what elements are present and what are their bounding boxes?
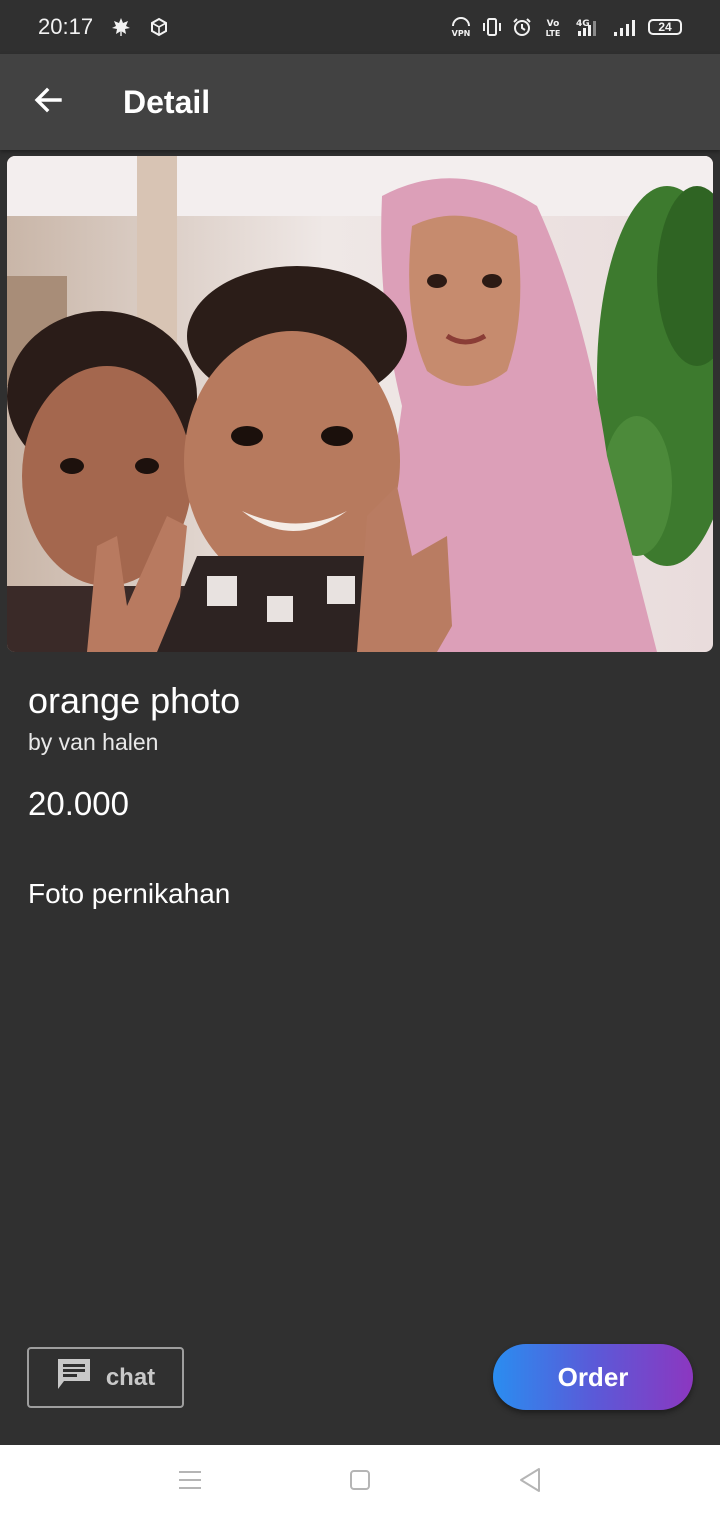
- vpn-icon: VPN: [450, 17, 472, 37]
- item-title: orange photo: [28, 680, 241, 721]
- alarm-icon: [512, 17, 532, 37]
- status-right: VPN Vo LTE 4G 24: [450, 17, 682, 37]
- svg-text:4G: 4G: [576, 19, 590, 29]
- item-description: Foto pernikahan: [28, 878, 231, 909]
- app-bar: Detail: [0, 54, 720, 150]
- back-nav-button[interactable]: [510, 1463, 550, 1503]
- item-photo: [7, 156, 713, 652]
- home-nav-button[interactable]: [340, 1463, 380, 1503]
- svg-text:VPN: VPN: [452, 29, 471, 37]
- menu-nav-button[interactable]: [170, 1463, 210, 1503]
- page-title: Detail: [123, 83, 211, 120]
- 4g-signal-icon: 4G: [574, 17, 602, 37]
- back-button[interactable]: [0, 54, 96, 150]
- message-icon: [56, 1357, 92, 1398]
- item-price: 20.000: [28, 785, 129, 822]
- battery-level: 24: [658, 20, 672, 34]
- vibrate-icon: [482, 17, 502, 37]
- battery-icon: 24: [648, 19, 682, 35]
- chat-button[interactable]: chat: [27, 1347, 184, 1408]
- back-triangle-icon: [518, 1467, 542, 1498]
- maple-leaf-icon: [111, 17, 131, 37]
- svg-text:Vo: Vo: [547, 19, 560, 29]
- order-button[interactable]: Order: [493, 1344, 693, 1410]
- signal-icon: [612, 17, 638, 37]
- status-left: 20:17: [38, 14, 169, 40]
- chat-label: chat: [105, 1363, 156, 1391]
- status-time: 20:17: [38, 14, 94, 39]
- menu-icon: [178, 1469, 202, 1496]
- system-nav-bar: [0, 1445, 720, 1520]
- volte-icon: Vo LTE: [542, 17, 564, 37]
- item-author: by van halen: [28, 729, 159, 755]
- status-bar: 20:17 VPN Vo LTE 4G 24: [0, 0, 720, 54]
- order-label: Order: [557, 1361, 629, 1392]
- home-square-icon: [348, 1468, 372, 1497]
- arrow-left-icon: [32, 84, 64, 121]
- svg-text:LTE: LTE: [546, 29, 561, 37]
- cube-icon: [149, 17, 169, 37]
